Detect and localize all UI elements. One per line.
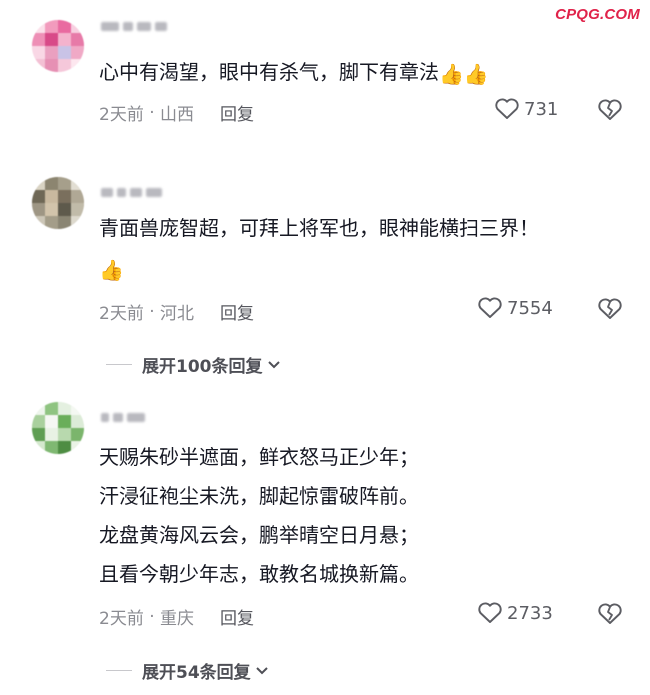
like-count: 2733	[507, 602, 553, 624]
heart-outline-icon	[478, 602, 502, 623]
like-button[interactable]: 7554	[477, 296, 553, 320]
comment-text: 心中有渴望，眼中有杀气，脚下有章法👍👍	[99, 53, 489, 92]
heart-outline-icon	[478, 297, 502, 318]
username-blurred[interactable]	[101, 18, 167, 34]
comment-line: 青面兽庞智超，可拜上将军也，眼神能横扫三界！	[99, 216, 539, 240]
thumbs-up-emoji: 👍	[99, 258, 124, 282]
comment-text: 青面兽庞智超，可拜上将军也，眼神能横扫三界！ 👍	[99, 209, 539, 288]
comment-location: 重庆	[160, 609, 195, 629]
comment-line: 汗浸征袍尘未洗，脚起惊雷破阵前。	[99, 484, 419, 508]
broken-heart-icon[interactable]	[597, 297, 623, 321]
chevron-down-icon	[267, 360, 280, 368]
comment-line: 心中有渴望，眼中有杀气，脚下有章法	[99, 60, 439, 84]
comment-text: 天赐朱砂半遮面，鲜衣怒马正少年； 汗浸征袍尘未洗，脚起惊雷破阵前。 龙盘黄海风云…	[99, 438, 419, 594]
chevron-down-icon	[255, 666, 268, 674]
comment-time: 2天前	[99, 105, 144, 125]
broken-heart-icon[interactable]	[597, 602, 623, 626]
comment-meta: 2天前 · 河北 回复	[99, 299, 254, 325]
comment-line: 且看今朝少年志，敢教名城换新篇。	[99, 562, 419, 586]
thumbs-up-emoji: 👍👍	[439, 62, 489, 86]
username-blurred[interactable]	[101, 184, 162, 200]
like-count: 7554	[507, 297, 553, 319]
username-blurred[interactable]	[101, 409, 145, 425]
broken-heart-icon[interactable]	[597, 98, 623, 122]
comment-location: 山西	[160, 105, 195, 125]
reply-button[interactable]: 回复	[220, 604, 254, 629]
heart-outline-icon	[495, 98, 519, 119]
expand-replies-button[interactable]: 展开100条回复	[106, 352, 281, 377]
comment-line: 天赐朱砂半遮面，鲜衣怒马正少年；	[99, 445, 419, 469]
reply-button[interactable]: 回复	[220, 100, 254, 125]
comment-meta: 2天前 · 山西 回复	[99, 100, 254, 126]
reply-button[interactable]: 回复	[220, 299, 254, 324]
avatar[interactable]	[32, 20, 84, 72]
divider	[106, 670, 132, 671]
like-button[interactable]: 2733	[477, 601, 553, 625]
comment-time: 2天前	[99, 609, 144, 629]
comment-time: 2天前	[99, 304, 144, 324]
like-button[interactable]: 731	[494, 97, 558, 121]
divider	[106, 364, 132, 365]
avatar[interactable]	[32, 402, 84, 454]
avatar[interactable]	[32, 177, 84, 229]
comment-location: 河北	[160, 304, 195, 324]
like-count: 731	[524, 98, 559, 120]
expand-replies-button[interactable]: 展开54条回复	[106, 658, 269, 683]
expand-replies-label: 展开54条回复	[142, 663, 251, 683]
comment-meta: 2天前 · 重庆 回复	[99, 604, 254, 630]
watermark: CPQG.COM	[555, 6, 640, 23]
expand-replies-label: 展开100条回复	[142, 357, 263, 377]
comment-line: 龙盘黄海风云会，鹏举晴空日月悬；	[99, 523, 419, 547]
